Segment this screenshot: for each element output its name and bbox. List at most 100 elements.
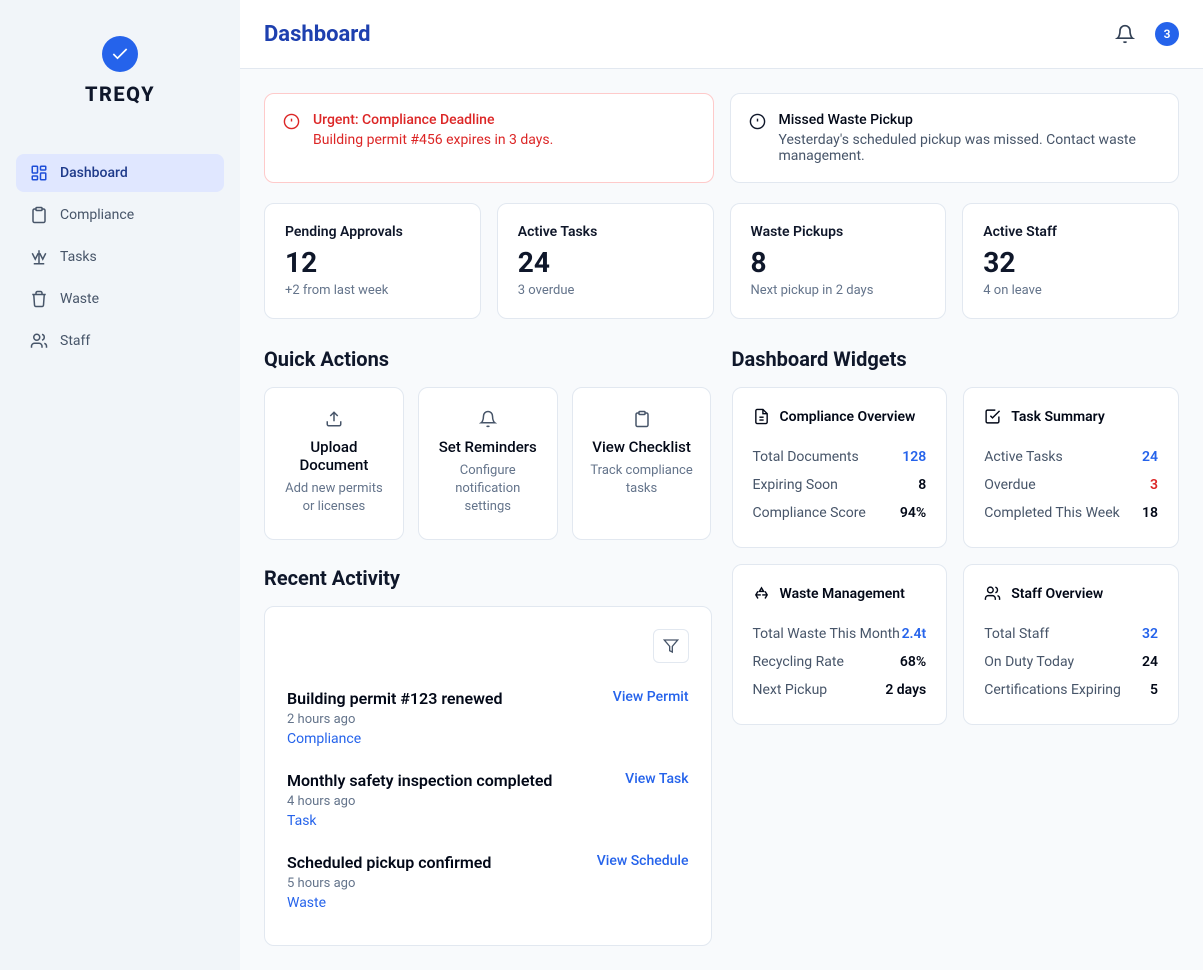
widget-row-value: 32: [1142, 626, 1158, 642]
widgets-title: Dashboard Widgets: [732, 347, 1180, 371]
widget-row-value: 24: [1142, 654, 1158, 670]
widget-row-value: 94%: [900, 505, 926, 521]
bell-icon: [479, 410, 497, 428]
stat-value: 12: [285, 246, 460, 279]
qa-desc: Configure notification settings: [435, 462, 541, 517]
quick-action-card[interactable]: View ChecklistTrack compliance tasks: [572, 387, 712, 540]
activity-item: Monthly safety inspection completed4 hou…: [287, 759, 689, 841]
alert-circle-icon: [283, 113, 300, 130]
widget-row: Total Staff32: [984, 620, 1158, 648]
widget-row-value: 68%: [900, 654, 926, 670]
quick-action-card[interactable]: Upload DocumentAdd new permits or licens…: [264, 387, 404, 540]
widget-row: Total Waste This Month2.4t: [753, 620, 927, 648]
stat-card: Active Staff324 on leave: [962, 203, 1179, 319]
stat-label: Active Tasks: [518, 224, 693, 240]
stat-subtext: 4 on leave: [983, 283, 1158, 298]
quick-actions-grid: Upload DocumentAdd new permits or licens…: [264, 387, 712, 540]
widget-row-value: 2.4t: [902, 626, 927, 642]
recent-activity-title: Recent Activity: [264, 566, 712, 590]
trash-icon: [30, 290, 48, 308]
widget-header: Task Summary: [984, 408, 1158, 425]
alert-body: Yesterday's scheduled pickup was missed.…: [779, 132, 1161, 164]
alert-title: Urgent: Compliance Deadline: [313, 112, 553, 128]
sidebar-nav: Dashboard Compliance Tasks Waste Staff: [16, 154, 224, 360]
stat-label: Pending Approvals: [285, 224, 460, 240]
alert-banner: Urgent: Compliance DeadlineBuilding perm…: [264, 93, 714, 183]
sidebar-item-staff[interactable]: Staff: [16, 322, 224, 360]
activity-action-link[interactable]: View Task: [625, 771, 688, 787]
widget-row-key: Next Pickup: [753, 682, 828, 698]
notifications-button[interactable]: [1107, 16, 1143, 52]
sidebar-item-label: Tasks: [60, 249, 97, 265]
activity-title: Scheduled pickup confirmed: [287, 853, 491, 872]
activity-filter-button[interactable]: [653, 629, 689, 663]
widget-row: Next Pickup2 days: [753, 676, 927, 704]
widget-card: Waste Management Total Waste This Month2.…: [732, 564, 948, 725]
recycle-icon: [753, 585, 770, 602]
quick-actions-title: Quick Actions: [264, 347, 712, 371]
sidebar-item-waste[interactable]: Waste: [16, 280, 224, 318]
activity-action-link[interactable]: View Schedule: [597, 853, 689, 869]
activity-category: Task: [287, 813, 552, 829]
scales-icon: [30, 248, 48, 266]
activity-item: Building permit #123 renewed2 hours agoC…: [287, 677, 689, 759]
qa-desc: Add new permits or licenses: [281, 480, 387, 516]
stat-label: Waste Pickups: [751, 224, 926, 240]
activity-time: 2 hours ago: [287, 712, 503, 727]
page-title: Dashboard: [264, 22, 371, 47]
widget-header: Compliance Overview: [753, 408, 927, 425]
activity-card: Building permit #123 renewed2 hours agoC…: [264, 606, 712, 946]
sidebar-item-label: Dashboard: [60, 165, 128, 181]
alert-banner: Missed Waste PickupYesterday's scheduled…: [730, 93, 1180, 183]
stat-subtext: +2 from last week: [285, 283, 460, 298]
stat-card: Waste Pickups8Next pickup in 2 days: [730, 203, 947, 319]
widget-row-value: 24: [1142, 449, 1158, 465]
users-icon: [984, 585, 1001, 602]
widget-header: Waste Management: [753, 585, 927, 602]
stat-value: 32: [983, 246, 1158, 279]
sidebar-item-dashboard[interactable]: Dashboard: [16, 154, 224, 192]
check-square-icon: [984, 408, 1001, 425]
stats-row: Pending Approvals 12 +2 from last week Acti…: [264, 203, 1179, 319]
widget-row-key: Completed This Week: [984, 505, 1119, 521]
widget-row-key: Active Tasks: [984, 449, 1063, 465]
sidebar-item-compliance[interactable]: Compliance: [16, 196, 224, 234]
widget-row: Total Documents128: [753, 443, 927, 471]
widget-title: Task Summary: [1011, 409, 1105, 425]
alert-circle-icon: [749, 113, 766, 130]
widget-row-key: Compliance Score: [753, 505, 866, 521]
widget-row: On Duty Today 24: [984, 648, 1158, 676]
widgets-grid: Compliance Overview Total Documents128 Exp…: [732, 387, 1180, 725]
dashboard-icon: [30, 164, 48, 182]
widget-title: Compliance Overview: [780, 409, 916, 425]
stat-subtext: 3 overdue: [518, 283, 693, 298]
clipboard-icon: [30, 206, 48, 224]
widget-row-key: Recycling Rate: [753, 654, 844, 670]
widget-row-value: 18: [1142, 505, 1158, 521]
widget-row-key: Total Waste This Month: [753, 626, 900, 642]
widget-card: Staff OverviewTotal Staff32On Duty Today…: [963, 564, 1179, 725]
widget-title: Staff Overview: [1011, 586, 1103, 602]
sidebar-item-label: Staff: [60, 333, 90, 349]
logo[interactable]: TREQY: [16, 36, 224, 106]
sidebar-item-tasks[interactable]: Tasks: [16, 238, 224, 276]
notification-count-badge[interactable]: 3: [1155, 22, 1179, 46]
activity-time: 5 hours ago: [287, 876, 491, 891]
sidebar: TREQY Dashboard Compliance Tasks Waste Staff: [0, 0, 240, 970]
activity-action-link[interactable]: View Permit: [613, 689, 689, 705]
stat-card: Active Tasks 24 3 overdue: [497, 203, 714, 319]
sidebar-item-label: Waste: [60, 291, 99, 307]
activity-category: Compliance: [287, 731, 503, 747]
widget-row-value: 8: [918, 477, 926, 493]
widget-row-key: On Duty Today: [984, 654, 1074, 670]
widget-row: Certifications Expiring5: [984, 676, 1158, 704]
widget-row: Active Tasks 24: [984, 443, 1158, 471]
quick-action-card[interactable]: Set RemindersConfigure notification sett…: [418, 387, 558, 540]
activity-title: Monthly safety inspection completed: [287, 771, 552, 790]
alerts-row: Urgent: Compliance DeadlineBuilding perm…: [264, 93, 1179, 183]
widget-row-key: Expiring Soon: [753, 477, 838, 493]
widget-card: Task SummaryActive Tasks24Overdue3Comple…: [963, 387, 1179, 548]
stat-value: 24: [518, 246, 693, 279]
widget-row-value: 3: [1150, 477, 1158, 493]
widget-row: Completed This Week 18: [984, 499, 1158, 527]
